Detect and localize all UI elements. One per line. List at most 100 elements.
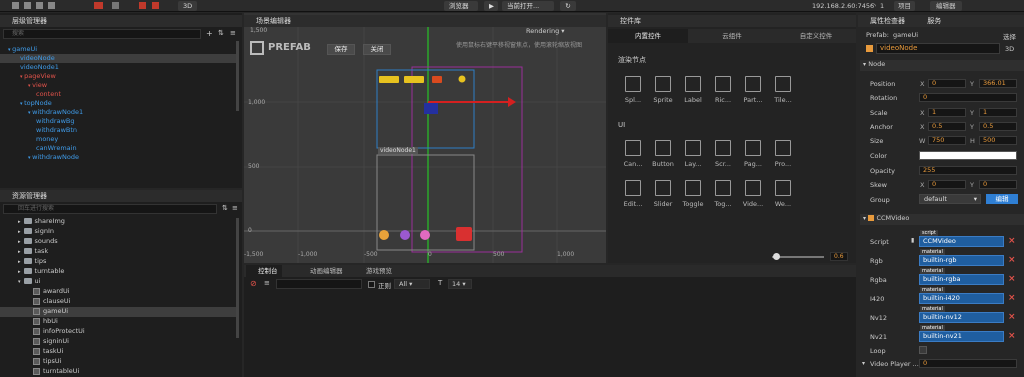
assets-scrollbar[interactable] [236, 218, 239, 338]
hierarchy-search-input[interactable]: 搜索 [3, 29, 201, 39]
component-item[interactable]: Sprite [646, 76, 680, 104]
asset-item[interactable]: ▾ ui [18, 276, 40, 286]
i420-material-field[interactable]: builtin-i420 [919, 293, 1004, 304]
rgb-remove-icon[interactable]: × [1008, 255, 1016, 265]
video-player-input[interactable]: 0 [919, 359, 1017, 368]
regex-checkbox[interactable] [368, 281, 375, 288]
assets-search-input[interactable]: 回车进行搜索 [3, 204, 217, 214]
asset-item[interactable]: ▸ turntable [18, 266, 64, 276]
hierarchy-node[interactable]: money [36, 135, 58, 144]
expand-arrow-icon[interactable]: ▾ [18, 279, 21, 285]
hierarchy-node[interactable]: ▾ gameUi [8, 45, 37, 54]
rect-tool-icon[interactable] [112, 2, 119, 9]
i420-remove-icon[interactable]: × [1008, 293, 1016, 303]
component-item[interactable]: Scr... [706, 140, 740, 168]
asset-item[interactable]: ▸ signIn [18, 226, 54, 236]
console-filter-input[interactable] [276, 279, 362, 289]
group-select[interactable]: default ▾ [919, 194, 981, 204]
component-item[interactable]: Ric... [706, 76, 740, 104]
component-item[interactable]: We... [766, 180, 800, 208]
anchor-x-input[interactable]: 0.5 [928, 122, 966, 131]
scale-y-input[interactable]: 1 [979, 108, 1017, 117]
hierarchy-node[interactable]: withdrawBtn [36, 126, 77, 135]
refresh-button[interactable]: ↻ [560, 1, 576, 11]
rendering-select[interactable]: Rendering ▾ [526, 27, 565, 35]
size-w-input[interactable]: 750 [928, 136, 966, 145]
component-item[interactable]: Pro... [766, 140, 800, 168]
tab-custom[interactable]: 自定义控件 [776, 29, 856, 43]
mode-3d-toggle[interactable]: 3D [178, 1, 198, 11]
tab-builtin[interactable]: 内置控件 [608, 29, 688, 43]
anchor-y-input[interactable]: 0.5 [979, 122, 1017, 131]
asset-item[interactable]: hbUi [30, 316, 58, 326]
tab-animation[interactable]: 动画编辑器 [300, 265, 343, 277]
component-item[interactable]: Can... [616, 140, 650, 168]
project-button[interactable]: 项目 [894, 1, 915, 11]
component-item[interactable]: Slider [646, 180, 680, 208]
hand-tool-icon[interactable] [12, 2, 19, 9]
opacity-input[interactable]: 255 [919, 166, 1017, 175]
hierarchy-node[interactable]: ▾ withdrawNode1 [28, 108, 83, 117]
hierarchy-node[interactable]: ▾ topNode [20, 99, 52, 108]
editor-button[interactable]: 编辑器 [930, 1, 962, 11]
clear-console-icon[interactable]: ⊘ [250, 279, 257, 288]
asset-item[interactable]: signinUi [30, 336, 69, 346]
hierarchy-sort-icon[interactable]: ⇅ [218, 29, 224, 37]
nv12-remove-icon[interactable]: × [1008, 312, 1016, 322]
play-button[interactable]: ▶ [484, 1, 498, 11]
rgba-material-field[interactable]: builtin-rgba [919, 274, 1004, 285]
component-item[interactable]: Label [676, 76, 710, 104]
expand-arrow-icon[interactable]: ▸ [18, 229, 21, 235]
hierarchy-node[interactable]: content [36, 90, 61, 99]
hierarchy-node[interactable]: ▾ view [28, 81, 47, 90]
script-field[interactable]: CCMVideo [919, 236, 1004, 247]
console-filter-icon[interactable]: ≡ [264, 279, 270, 287]
prefab-select-button[interactable]: 选择 [1003, 31, 1016, 41]
hierarchy-node[interactable]: videoNode [20, 54, 55, 63]
component-item[interactable]: Spl... [616, 76, 650, 104]
component-item[interactable]: Lay... [676, 140, 710, 168]
hierarchy-scrollbar[interactable] [236, 41, 239, 111]
scale-tool-icon[interactable] [48, 2, 55, 9]
asset-item[interactable]: gameUi [30, 306, 68, 316]
asset-item[interactable]: infoProtectUi [30, 326, 85, 336]
asset-item[interactable]: clauseUi [30, 296, 70, 306]
node-active-checkbox[interactable] [866, 45, 873, 52]
asset-item[interactable]: turntableUi [30, 366, 79, 376]
component-item[interactable]: Toggle [676, 180, 710, 208]
ccm-section-header[interactable]: ▾ CCMVideo [860, 214, 1024, 225]
current-scene-select[interactable]: 当前打开... [502, 1, 554, 11]
node-section-header[interactable]: ▾ Node [860, 60, 1024, 71]
nv12-material-field[interactable]: builtin-nv12 [919, 312, 1004, 323]
position-x-input[interactable]: 0 [928, 79, 966, 88]
font-size-select[interactable]: 14 ▾ [448, 279, 472, 289]
tab-game-preview[interactable]: 游戏预览 [356, 265, 392, 277]
asset-item[interactable]: ▸ shareImg [18, 216, 65, 226]
ccm-enabled-checkbox[interactable] [868, 215, 875, 221]
move-tool-icon[interactable] [24, 2, 31, 9]
loop-checkbox[interactable] [919, 346, 927, 354]
node-name-input[interactable]: videoNode [876, 43, 1000, 54]
component-item[interactable]: Edit... [616, 180, 650, 208]
hierarchy-node[interactable]: canWremain [36, 144, 77, 153]
scale-x-input[interactable]: 1 [928, 108, 966, 117]
color-swatch[interactable] [919, 151, 1017, 160]
asset-item[interactable]: tipsUi [30, 356, 61, 366]
service-tab[interactable]: 服务 [927, 17, 941, 25]
hierarchy-collapse-icon[interactable]: ≡ [230, 29, 236, 37]
expand-arrow-icon[interactable]: ▸ [18, 249, 21, 255]
zoom-value[interactable]: 0.6 [830, 252, 848, 261]
pivot-icon[interactable] [139, 2, 146, 9]
nv21-remove-icon[interactable]: × [1008, 331, 1016, 341]
three-d-toggle[interactable]: 3D [1005, 45, 1014, 53]
component-item[interactable]: Part... [736, 76, 770, 104]
hierarchy-node[interactable]: ▾ pageView [20, 72, 56, 81]
assets-sort-icon[interactable]: ⇅ [222, 204, 228, 212]
hierarchy-add-icon[interactable]: + [206, 29, 213, 38]
expand-arrow-icon[interactable]: ▸ [18, 259, 21, 265]
asset-item[interactable]: ▸ task [18, 246, 48, 256]
tab-cloud[interactable]: 云组件 [692, 29, 772, 43]
level-select[interactable]: All ▾ [394, 279, 430, 289]
preview-platform-select[interactable]: 浏览器 [444, 1, 478, 11]
hierarchy-node[interactable]: ▾ withdrawNode [28, 153, 79, 162]
